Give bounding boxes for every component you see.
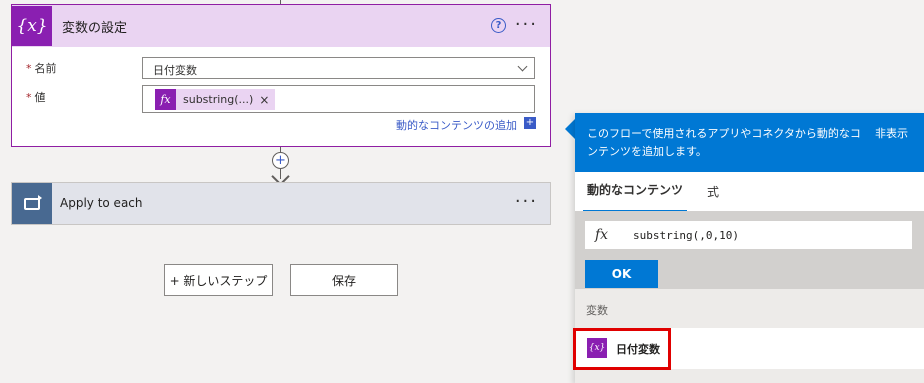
panel-bottom-strip [575,369,924,383]
add-icon[interactable]: + [524,117,536,129]
name-field-label: * 名前 [26,62,57,75]
loop-icon [12,183,52,224]
value-input[interactable]: fx substring(...) × [142,85,535,113]
tab-expression[interactable]: 式 [703,183,723,212]
variable-icon: {x} [12,6,52,46]
name-select[interactable]: 日付変数 [142,57,535,79]
function-icon: fx [155,89,176,110]
new-step-button[interactable]: + 新しいステップ [164,264,273,296]
expression-area: fx substring(,0,10) OK [575,211,924,289]
required-marker: * [26,62,32,75]
apply-to-each-title: Apply to each [60,196,143,210]
help-icon[interactable]: ? [491,18,506,33]
panel-header-text: このフローで使用されるアプリやコネクタから動的なコンテンツを追加します。 [587,127,861,158]
card-title: 変数の設定 [62,20,128,36]
ok-button[interactable]: OK [585,260,658,288]
close-icon[interactable]: × [259,93,269,107]
token-text: substring(...) [183,93,254,106]
expression-token[interactable]: fx substring(...) × [155,89,276,110]
add-dynamic-content-link[interactable]: 動的なコンテンツの追加 [396,117,517,133]
value-field-label: * 値 [26,91,46,104]
card-header[interactable]: {x} 変数の設定 ? ··· [12,5,550,47]
tab-dynamic-content[interactable]: 動的なコンテンツ [583,181,688,212]
section-header-variables: 変数 [575,289,924,328]
apply-to-each-card[interactable]: Apply to each ··· [11,182,551,225]
highlight-box [573,328,671,370]
expression-input[interactable]: fx substring(,0,10) [585,221,912,249]
save-button[interactable]: 保存 [290,264,398,296]
function-icon: fx [595,227,609,243]
expression-text[interactable]: substring(,0,10) [633,229,739,242]
set-variable-card: {x} 変数の設定 ? ··· * 名前 日付変数 * 値 fx substring… [11,4,551,147]
name-select-value: 日付変数 [153,64,197,77]
more-options-icon[interactable]: ··· [515,14,538,35]
chevron-down-icon[interactable] [517,61,528,72]
panel-tabs: 動的なコンテンツ 式 [575,172,924,212]
panel-header: このフローで使用されるアプリやコネクタから動的なコンテンツを追加します。 非表示 [575,113,924,172]
more-options-icon[interactable]: ··· [515,191,538,212]
required-marker: * [26,91,32,104]
hide-button[interactable]: 非表示 [875,125,908,143]
